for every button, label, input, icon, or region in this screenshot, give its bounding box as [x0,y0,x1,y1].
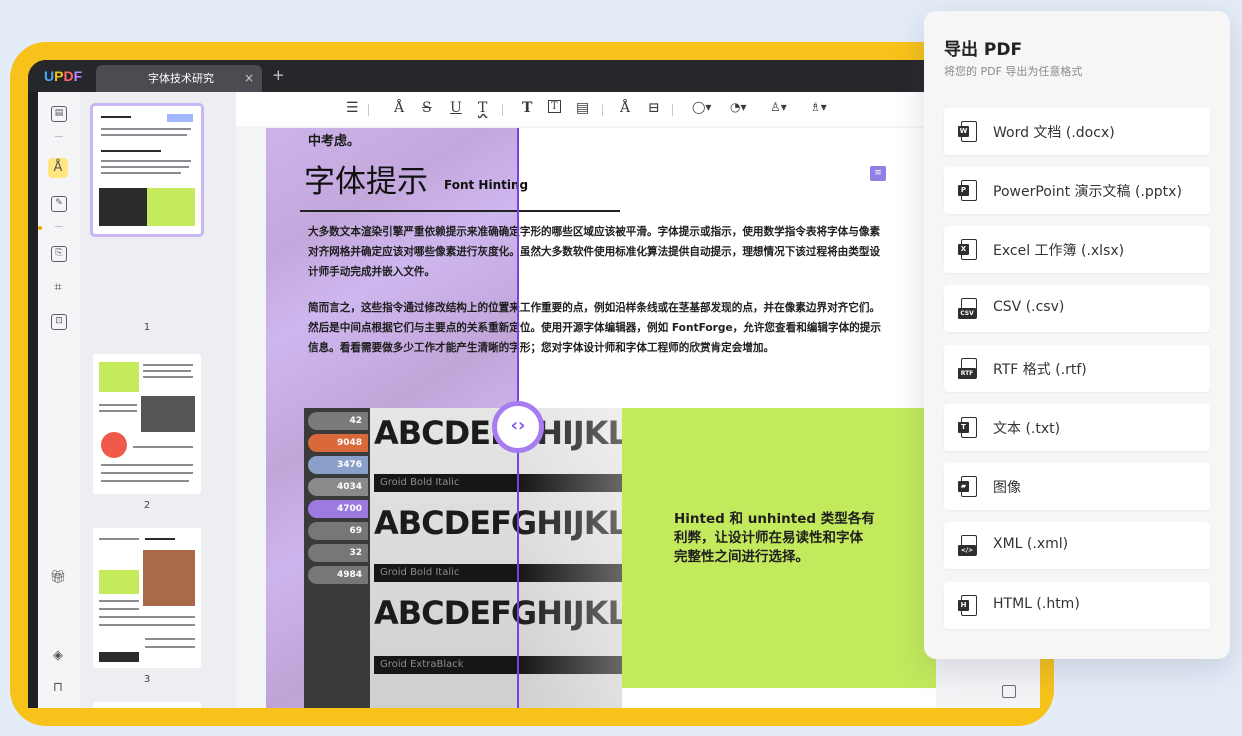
sticky-note-icon[interactable]: ≡ [870,166,886,181]
paragraph-line: 简而言之，这些指令通过修改结构上的位置来工作重要的点，例如沿样条线或在茎基部发现… [308,302,881,314]
section-heading: 字体提示 [304,164,428,200]
compare-slider-handle[interactable]: ‹› [492,401,544,453]
user-icon[interactable]: ♙▾ [770,100,787,114]
left-rail: ▤ Å ✎ ⎘ ⌗ ⊡ 🎁︎ ◈ ⊓ [38,92,80,708]
ocr-icon[interactable]: ⊡ [51,314,67,330]
crop-icon[interactable]: ⌗ [48,278,68,298]
image-icon: ▰ [958,476,978,498]
text-file-icon: T [958,417,978,439]
paragraph-line: 计师手动完成并嵌入文件。 [308,266,436,278]
comment-icon[interactable]: ☰ [346,100,359,116]
page-thumbnail-2[interactable] [93,354,201,494]
title-bar: UPDF 字体技术研究 × + [28,60,1040,92]
text-icon[interactable]: T [522,100,532,116]
callout-text: Hinted 和 unhinted 类型各有 利弊，让设计师在易读性和字体 完整… [674,511,875,565]
active-indicator [38,226,42,230]
reader-icon[interactable]: ▤ [51,106,67,122]
export-powerpoint-button[interactable]: P PowerPoint 演示文稿 (.pptx) [944,167,1210,214]
panel-title: 导出 PDF [944,40,1023,60]
shape-icon[interactable]: ◯▾ [692,100,711,114]
underline-icon[interactable]: U [450,100,462,116]
organize-pages-icon[interactable]: ⎘ [51,246,67,262]
export-csv-button[interactable]: CSV CSV (.csv) [944,285,1210,332]
html-icon: H [958,595,978,617]
new-tab-button[interactable]: + [272,66,285,84]
comment-mode-icon[interactable]: Å [48,158,68,178]
export-image-button[interactable]: ▰ 图像 [944,463,1210,510]
page-number: 1 [143,322,151,333]
paragraph-line: 然后是中间点根据它们与主要点的关系重新定位。使用开源字体编辑器，例如 FontF… [308,322,881,334]
document-tab[interactable]: 字体技术研究 × [96,65,262,92]
strikethrough-icon[interactable]: S [422,100,432,116]
app-window: UPDF 字体技术研究 × + ▤ Å ✎ ⎘ ⌗ ⊡ 🎁︎ ◈ ⊓ 1 2 3… [28,60,1040,708]
stamp-icon[interactable]: ◔▾ [730,100,747,114]
export-pdf-panel: 导出 PDF 将您的 PDF 导出为任意格式 W Word 文档 (.docx)… [924,11,1230,659]
export-xml-button[interactable]: </> XML (.xml) [944,522,1210,569]
powerpoint-icon: P [958,180,978,202]
page-number: 3 [143,674,151,685]
csv-icon: CSV [958,298,978,320]
rail-divider [55,226,63,227]
highlight-icon[interactable]: Å [394,100,404,116]
paragraph-line: 大多数文本渲染引擎严重依赖提示来准确确定字形的哪些区域应该被平滑。字体提示或指示… [308,226,881,238]
xml-icon: </> [958,535,978,557]
thumbnail-panel: 1 2 3 [80,92,236,708]
callout-icon[interactable]: ▤ [576,100,589,116]
textbox-icon[interactable]: T [548,100,561,113]
paragraph-line: 对齐网格并确定应该对哪些像素进行灰度化。虽然大多数软件使用标准化算法提供自动提示… [308,246,881,258]
page-number: 2 [143,500,151,511]
word-icon: W [958,121,978,143]
page-thumbnail-1[interactable] [90,103,204,237]
rail-divider [55,136,63,137]
callout-box: Hinted 和 unhinted 类型各有 利弊，让设计师在易读性和字体 完整… [622,408,936,688]
eraser-icon[interactable]: ⊟ [648,100,660,116]
bookmark-icon[interactable]: ⊓ [48,678,68,698]
annotation-toolbar: ☰ Å S U T T T ▤ Å ⊟ ◯▾ ◔▾ ♙▾ ♗▾ [236,92,1040,126]
export-word-button[interactable]: W Word 文档 (.docx) [944,108,1210,155]
squiggly-underline-icon[interactable]: T [478,100,487,116]
tab-close-icon[interactable]: × [244,65,254,92]
pencil-icon[interactable]: Å [620,100,630,116]
panel-subtitle: 将您的 PDF 导出为任意格式 [944,65,1083,78]
rtf-icon: RTF [958,358,978,380]
page-thumbnail-3[interactable] [93,528,201,668]
paragraph-line: 信息。看看需要做多少工作才能产生清晰的字形；您对字体设计师和字体工程师的欣赏肯定… [308,342,775,354]
page-thumbnail-4[interactable] [93,702,201,708]
updf-logo: UPDF [44,68,83,84]
type-specimen-photo: 42 9048 3476 4034 4700 69 32 4984 ABCDEF… [304,408,622,708]
export-rtf-button[interactable]: RTF RTF 格式 (.rtf) [944,345,1210,392]
edit-pdf-icon[interactable]: ✎ [51,196,67,212]
heading-rule [300,210,620,212]
gift-icon[interactable]: 🎁︎ [48,568,68,588]
pen-icon[interactable]: ♗▾ [810,100,827,114]
tab-title: 字体技术研究 [148,72,214,85]
pdf-page: 中考虑。 字体提示 Font Hinting ≡ 大多数文本渲染引擎严重依赖提示… [266,128,936,708]
page-text-line: 中考虑。 [308,134,361,149]
comment-list-icon[interactable] [1002,685,1016,698]
export-text-button[interactable]: T 文本 (.txt) [944,404,1210,451]
layers-icon[interactable]: ◈ [48,646,68,666]
export-excel-button[interactable]: X Excel 工作簿 (.xlsx) [944,226,1210,273]
document-viewer: ☰ Å S U T T T ▤ Å ⊟ ◯▾ ◔▾ ♙▾ ♗▾ 中考虑。 字体提… [236,92,1040,708]
export-html-button[interactable]: H HTML (.htm) [944,582,1210,629]
section-heading-en: Font Hinting [444,178,529,192]
excel-icon: X [958,239,978,261]
